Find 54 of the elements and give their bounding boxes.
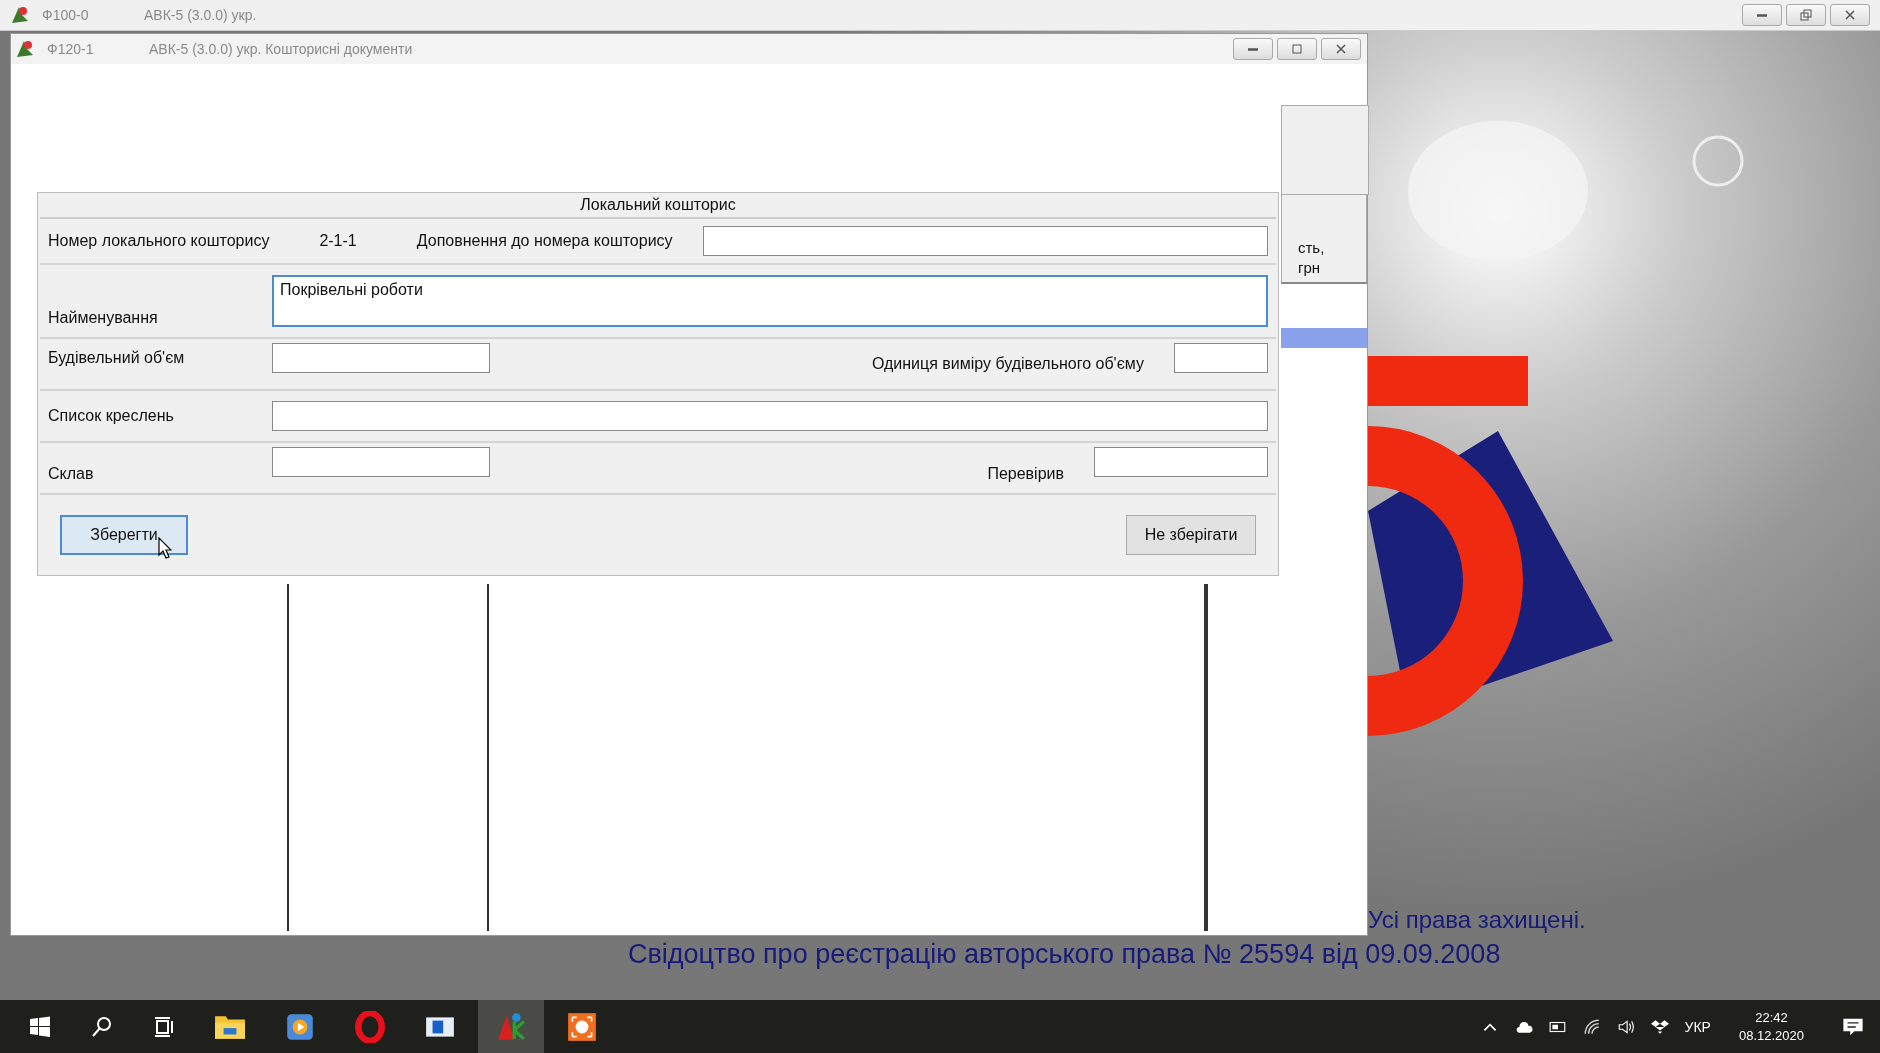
language-indicator[interactable]: УКР: [1684, 1018, 1711, 1035]
restore-button[interactable]: [1786, 4, 1826, 26]
input-field[interactable]: Покрівельні роботи: [272, 275, 1268, 327]
minimize-button[interactable]: [1742, 4, 1782, 26]
maximize-icon: [1291, 43, 1303, 55]
save-button[interactable]: Зберегти: [60, 515, 188, 555]
app-icon: [495, 1010, 527, 1043]
restore-icon: [1800, 9, 1812, 21]
input-field[interactable]: [272, 401, 1268, 431]
field-label: Склав: [48, 465, 95, 484]
input-field[interactable]: [702, 226, 1268, 256]
app-icon: [15, 39, 35, 59]
input-field[interactable]: [272, 343, 490, 373]
speaker-icon[interactable]: [1616, 1017, 1635, 1036]
start-icon[interactable]: [28, 1014, 52, 1039]
dropbox-icon[interactable]: [1650, 1017, 1669, 1036]
maximize-button[interactable]: [1277, 38, 1317, 60]
field-label: Будівельний об'єм: [48, 348, 186, 367]
field-label: Номер локального кошторису: [48, 232, 270, 250]
minimize-icon: [1757, 13, 1767, 17]
app-icon: [10, 5, 30, 25]
window-title: АВК-5 (3.0.0) укр. Кошторисні документи: [149, 41, 413, 57]
app-taskbar-button[interactable]: [478, 1000, 544, 1053]
ring-icon[interactable]: [354, 1010, 386, 1043]
window-code: Ф120-1: [47, 41, 95, 57]
cancel-button[interactable]: Не зберігати: [1126, 515, 1256, 555]
copyright-text: Усі права захищені.: [1368, 906, 1586, 934]
search-icon[interactable]: [90, 1014, 114, 1039]
field-label: Перевірив: [987, 465, 1064, 484]
field-label: Найменування: [48, 309, 159, 328]
estimate-number: 2-1-1: [319, 232, 357, 250]
field-label: Одиниця виміру будівельного об'єму: [871, 355, 1144, 373]
camera-icon[interactable]: [566, 1010, 598, 1043]
field-label: Доповнення до номера кошторису: [416, 232, 673, 250]
clock-date: 08.12.2020: [1738, 1026, 1804, 1045]
minimize-icon: [1248, 47, 1258, 51]
certificate-text: Свідоцтво про реєстрацію авторського права № 25594 від 09.09.2008: [628, 939, 1501, 970]
close-button[interactable]: [1321, 38, 1361, 60]
input-field[interactable]: [272, 447, 490, 477]
input-field[interactable]: [1174, 343, 1268, 373]
close-icon: [1844, 9, 1856, 21]
window-title: АВК-5 (3.0.0) укр.: [144, 7, 257, 23]
close-button[interactable]: [1830, 4, 1870, 26]
input-field[interactable]: [1094, 447, 1268, 477]
wifi-icon[interactable]: [1582, 1017, 1601, 1036]
dialog-title: Локальний кошторис: [40, 193, 1276, 219]
task-view-icon[interactable]: [152, 1014, 176, 1039]
close-icon: [1335, 43, 1347, 55]
field-label: Список креслень: [48, 407, 175, 425]
window-code: Ф100-0: [42, 7, 90, 23]
minimize-button[interactable]: [1233, 38, 1273, 60]
clock-time: 22:42: [1755, 1008, 1788, 1027]
cursor-icon: [158, 537, 172, 559]
column-header: сть, грн: [1298, 238, 1325, 278]
